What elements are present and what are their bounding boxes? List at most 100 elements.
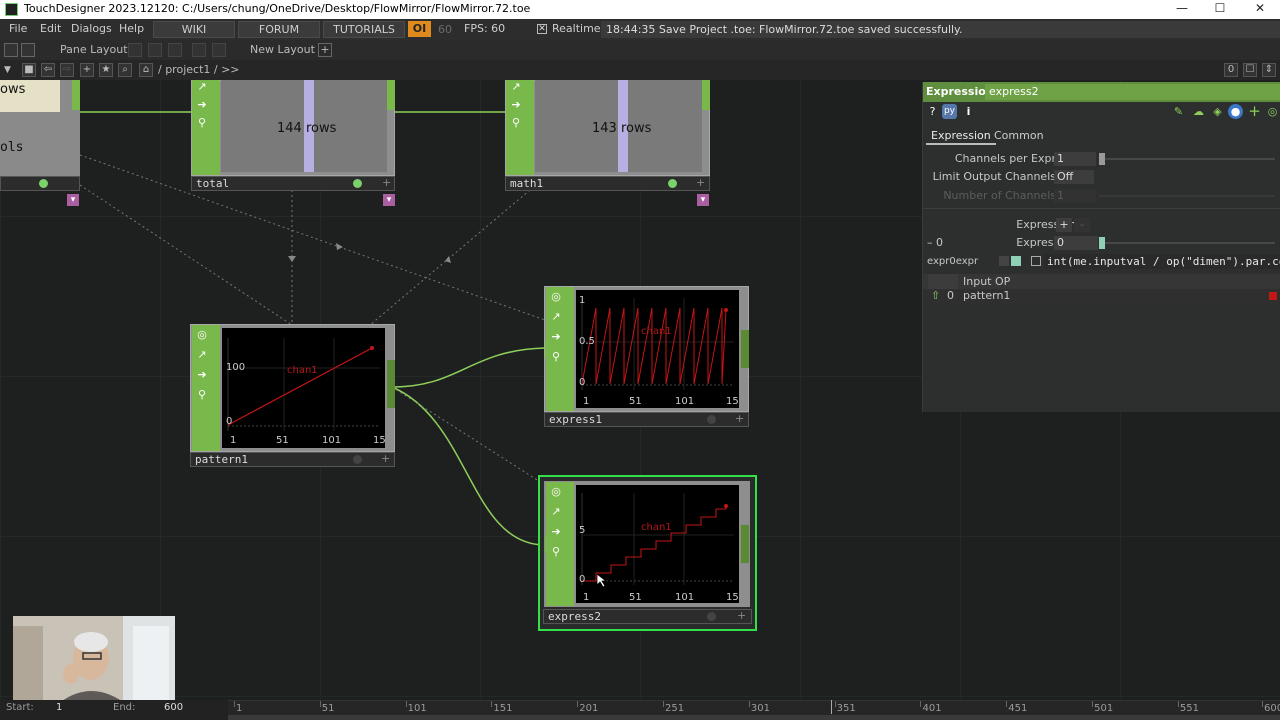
cook-rate: 60 [438,23,452,36]
view-icon[interactable]: ◎ [549,290,563,304]
menu-help[interactable]: Help [119,22,144,35]
forward-icon[interactable]: ⇨ [60,63,74,77]
flag-icon[interactable]: ↗ [509,80,523,94]
oi-indicator[interactable]: OI [408,21,431,37]
node-name-express2[interactable]: express2 [543,609,752,624]
input-op-row[interactable]: ⇧ 0 pattern1 [923,289,1280,304]
remove-block-button[interactable]: - [1074,218,1090,232]
comment-icon[interactable]: ☁ [1191,104,1206,119]
timeline-tick-label: 1 [236,703,243,714]
help-icon[interactable]: ? [925,104,940,119]
operator-name-field[interactable]: express2 [985,84,1280,100]
x-tick-label: 15 [726,592,739,603]
wiki-button[interactable]: WIKI [153,21,235,38]
info-icon[interactable]: i [961,104,976,119]
add-layout-button[interactable]: + [318,43,332,57]
limit-output-toggle[interactable]: Off [1054,170,1094,184]
maximize-pane-icon[interactable]: ☐ [1243,63,1257,77]
graph-icon[interactable]: ↗ [549,505,563,519]
add-block-button[interactable]: + [1056,218,1072,232]
add-icon[interactable]: + [696,176,705,189]
expression-value-field[interactable]: 0 [1054,236,1098,250]
viewer-flag-icon[interactable] [39,179,48,188]
python-icon[interactable]: ● [1228,104,1243,119]
checkbox[interactable] [1031,256,1041,266]
view-icon[interactable]: ◎ [549,485,563,499]
bypass-icon[interactable]: ➔ [195,368,209,382]
bypass-icon[interactable]: ➔ [195,98,209,112]
playhead[interactable] [831,700,832,714]
viewer-flag-icon[interactable] [353,179,362,188]
timeline-scrollbar[interactable] [228,715,1280,720]
search-icon[interactable]: ⌕ [118,63,132,77]
layout-split-h-icon[interactable] [148,43,162,57]
forum-button[interactable]: FORUM [238,21,320,38]
node-name-total[interactable]: total [191,176,395,191]
chevron-down-icon[interactable]: ▼ [4,65,11,75]
pane-icon[interactable] [4,43,18,57]
pane-split-icon[interactable] [21,43,35,57]
lock-icon[interactable]: ⚲ [195,116,209,130]
menu-dialogs[interactable]: Dialogs [71,22,112,35]
star-icon[interactable]: ★ [99,63,113,77]
node-name-pattern1[interactable]: pattern1 [190,452,395,467]
add-icon[interactable]: + [381,452,390,465]
node-name-express1[interactable]: express1 [544,412,749,427]
pin-icon[interactable]: ⇕ [1262,63,1276,77]
timeline-tick [920,701,922,707]
lock-icon[interactable]: ⚲ [195,388,209,402]
start-value-field[interactable]: 1 [56,702,62,713]
pane-bar: Pane Layout New Layout + [0,40,1280,60]
edit-icon[interactable]: ✎ [1171,104,1186,119]
expression-slider[interactable] [1099,237,1105,249]
add-icon[interactable]: + [737,609,746,622]
channels-per-expr-slider[interactable] [1099,153,1105,165]
home-icon[interactable]: ⌂ [139,63,153,77]
layout-quad-icon[interactable] [192,43,206,57]
target-icon[interactable]: ◎ [1265,104,1280,119]
add-icon[interactable]: + [382,176,391,189]
layout-split-v-icon[interactable] [168,43,182,57]
tab-common[interactable]: Common [989,127,1049,145]
viewer-flag-icon[interactable] [707,415,716,424]
menu-edit[interactable]: Edit [40,22,61,35]
lock-icon[interactable]: ⚲ [509,116,523,130]
add-parameter-icon[interactable]: + [1247,104,1262,119]
layout-triple-icon[interactable] [212,43,226,57]
channels-per-expr-field[interactable]: 1 [1054,152,1096,166]
view-icon[interactable]: ◎ [195,328,209,342]
close-button[interactable]: ✕ [1240,0,1280,19]
viewer-flag-icon[interactable] [707,612,716,621]
tab-expression[interactable]: Expression [926,127,996,145]
bypass-icon[interactable]: ➔ [509,98,523,112]
back-icon[interactable]: ⇦ [41,63,55,77]
viewer-flag-icon[interactable] [668,179,677,188]
viewer-flag-icon[interactable] [353,455,362,464]
add-icon[interactable]: + [80,63,94,77]
mode-icon[interactable] [999,256,1009,266]
maximize-button[interactable]: ☐ [1200,0,1240,19]
block-index[interactable]: – 0 [927,236,943,249]
layout-single-icon[interactable] [128,43,142,57]
expression-text-field[interactable]: int(me.inputval / op("dimen").par.co [1044,254,1280,269]
add-icon[interactable]: + [735,412,744,425]
graph-icon[interactable]: ↗ [549,310,563,324]
num-channels-field[interactable]: 1 [1054,189,1096,203]
python-help-icon[interactable]: py [942,104,957,119]
expression-mode-icon[interactable] [1011,256,1021,266]
graph-icon[interactable]: ↗ [195,348,209,362]
stop-icon[interactable]: ■ [22,63,36,77]
network-path[interactable]: / project1 / >> [158,63,240,76]
node-name-math1[interactable]: math1 [505,176,710,191]
operator-snippets-icon[interactable]: ◈ [1210,104,1225,119]
tutorials-button[interactable]: TUTORIALS [323,21,405,38]
minimize-button[interactable]: — [1162,0,1202,19]
x-tick-label: 15 [726,396,739,407]
flag-icon[interactable]: ↗ [195,80,209,94]
x-tick-label: 1 [583,592,590,603]
realtime-checkbox[interactable]: ✕ [537,24,547,34]
input-op-value[interactable]: pattern1 [963,289,1010,302]
end-value-field[interactable]: 600 [164,702,183,713]
menu-file[interactable]: File [9,22,27,35]
new-layout-label[interactable]: New Layout [250,43,315,56]
